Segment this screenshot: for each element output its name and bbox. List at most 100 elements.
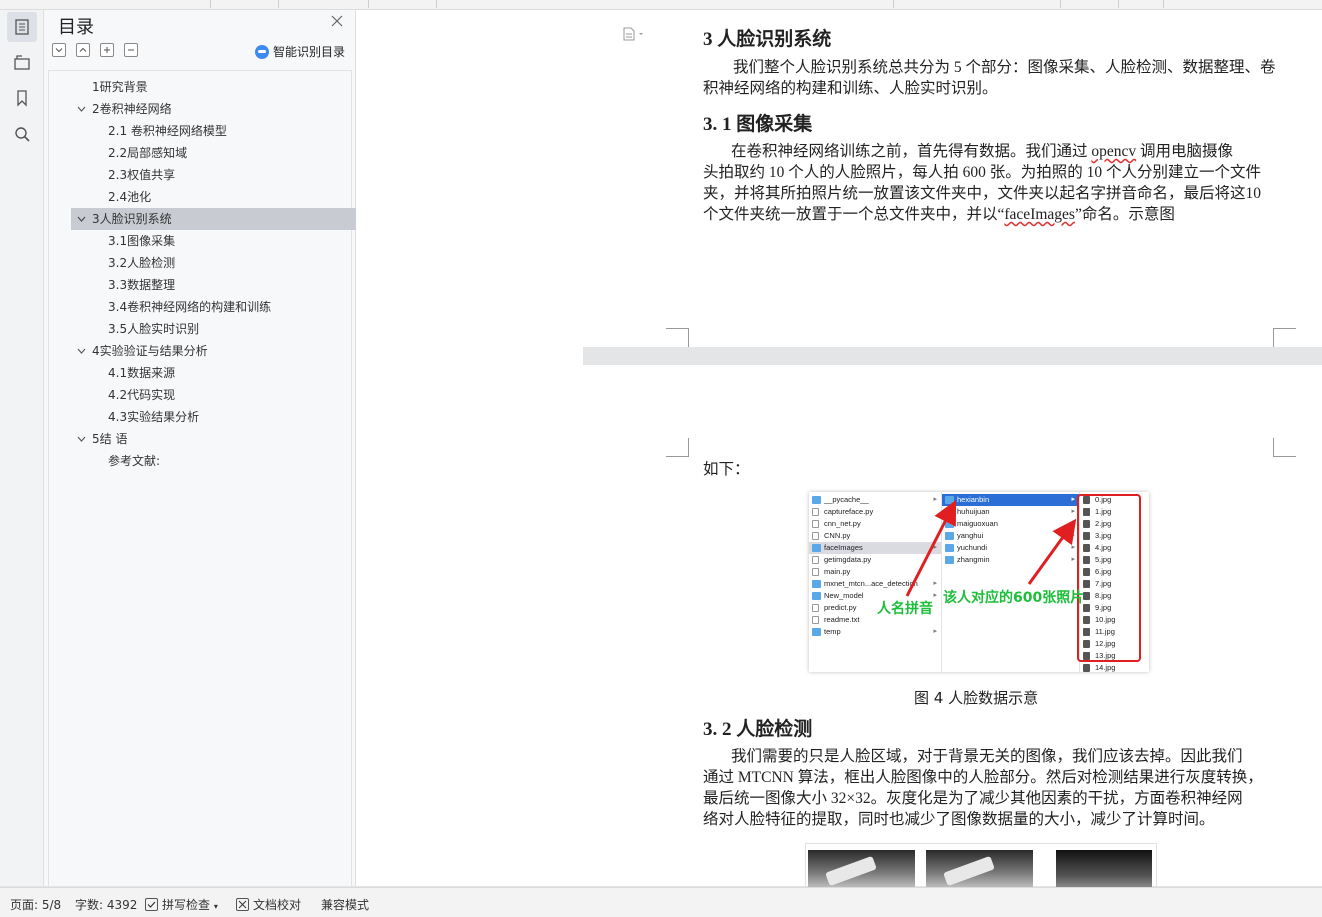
toc-item-label: 4.3实验结果分析 bbox=[108, 410, 200, 424]
spell-flagged-word[interactable]: faceImages bbox=[1004, 206, 1075, 223]
page-options-icon[interactable] bbox=[623, 27, 645, 41]
toc-item-label: 3.5人脸实时识别 bbox=[108, 322, 200, 336]
text-line: 我们整个人脸识别系统总共分为 5 个部分：图像采集、人脸检测、数据整理、卷 bbox=[733, 59, 1276, 76]
annotation-label: 人名拼音 bbox=[877, 601, 933, 617]
collapse-all-icon[interactable] bbox=[124, 43, 138, 57]
annotation-label: 该人对应的600张照片 bbox=[943, 590, 1085, 606]
crop-mark bbox=[666, 438, 689, 457]
crop-mark bbox=[1273, 438, 1296, 457]
toc-panel: 目录 智能识别目录 1研究背景 2卷积神经网络 2.1 卷积神经网络模型 2.2… bbox=[44, 10, 363, 886]
toc-title: 目录 bbox=[58, 17, 94, 38]
text-run: 个文件夹统一放置于一个总文件夹中，并以“ bbox=[703, 206, 1005, 223]
toc-item[interactable]: 3.1图像采集 bbox=[49, 230, 321, 252]
toc-item-label: 2.4池化 bbox=[108, 190, 152, 204]
text-line: 如下： bbox=[703, 461, 750, 478]
figure-screenshot: __pycache__ ▸ captureface.py cnn_net.py CNN.… bbox=[809, 492, 1149, 672]
compat-mode: 兼容模式 bbox=[321, 898, 370, 912]
document-page: 如下： __pycache__ ▸ captureface.py cnn_net.py… bbox=[583, 365, 1322, 887]
document-margin bbox=[356, 10, 583, 886]
paragraph: 如下： bbox=[703, 459, 750, 480]
dropdown-arrow-icon: ▾ bbox=[213, 902, 218, 911]
crop-mark bbox=[666, 328, 689, 347]
toc-item[interactable]: 3.3数据整理 bbox=[49, 274, 321, 296]
spell-check-toggle[interactable]: 拼写检查 ▾ bbox=[145, 896, 218, 913]
page-indicator[interactable]: 页面: 5/8 bbox=[10, 896, 61, 913]
toc-item-label: 4实验验证与结果分析 bbox=[92, 344, 208, 358]
bookmark-icon[interactable] bbox=[7, 83, 37, 113]
toc-list: 1研究背景 2卷积神经网络 2.1 卷积神经网络模型 2.2局部感知域 2.3权… bbox=[48, 70, 363, 886]
toc-item[interactable]: 4.1数据来源 bbox=[49, 362, 321, 384]
toc-item-label: 3人脸识别系统 bbox=[92, 212, 172, 226]
text-run: 在卷积神经网络训练之前，首先得有数据。我们通过 bbox=[731, 143, 1092, 160]
toc-item-label: 2.3权值共享 bbox=[108, 168, 176, 182]
toc-item-selected[interactable]: 3人脸识别系统 bbox=[71, 208, 363, 230]
face-photo bbox=[926, 850, 1033, 887]
toc-item[interactable]: 2.4池化 bbox=[49, 186, 321, 208]
toc-view-icon[interactable] bbox=[7, 12, 37, 42]
chevron-down-icon[interactable] bbox=[77, 436, 86, 442]
arrow-left bbox=[905, 499, 957, 597]
toc-item-label: 3.1图像采集 bbox=[108, 234, 176, 248]
text-line: 最后统一图像大小 32×32。灰度化是为了减少其他因素的干扰，方面卷积神经网 bbox=[703, 790, 1243, 807]
toc-item[interactable]: 2.1 卷积神经网络模型 bbox=[49, 120, 321, 142]
paragraph: 在卷积神经网络训练之前，首先得有数据。我们通过 opencv 调用电脑摄像 头拍… bbox=[703, 141, 1263, 225]
chevron-down-icon[interactable] bbox=[77, 348, 86, 354]
smart-toc-label: 智能识别目录 bbox=[273, 45, 346, 59]
section-heading: 3. 2 人脸检测 bbox=[703, 719, 813, 740]
toc-item-label: 3.2人脸检测 bbox=[108, 256, 176, 270]
crop-mark bbox=[1273, 328, 1296, 347]
proofread-button[interactable]: 文档校对 bbox=[236, 896, 301, 913]
smart-toc-button[interactable]: 智能识别目录 bbox=[255, 43, 345, 60]
toc-item[interactable]: 5结 语 bbox=[49, 428, 321, 450]
toc-item[interactable]: 4实验验证与结果分析 bbox=[49, 340, 321, 362]
toc-item[interactable]: 参考文献: bbox=[49, 450, 321, 472]
spell-check-label: 拼写检查 bbox=[162, 898, 211, 912]
text-line: 我们需要的只是人脸区域，对于背景无关的图像，我们应该去掉。因此我们 bbox=[731, 748, 1243, 765]
arrow-right bbox=[1027, 518, 1077, 585]
toc-item[interactable]: 4.3实验结果分析 bbox=[49, 406, 321, 428]
proofread-icon bbox=[236, 898, 249, 911]
checkbox-icon bbox=[145, 898, 158, 911]
navigation-pane-icon[interactable] bbox=[7, 47, 37, 77]
section-heading: 3 人脸识别系统 bbox=[703, 29, 832, 50]
text-run: ”命名。示意图 bbox=[1074, 206, 1175, 223]
spell-flagged-word[interactable]: opencv bbox=[1091, 143, 1136, 160]
text-line: 头拍取约 10 个人的人脸照片，每人拍 600 张。为拍照的 10 个人分别建立… bbox=[703, 164, 1262, 181]
search-icon[interactable] bbox=[7, 119, 37, 149]
toc-item-label: 2卷积神经网络 bbox=[92, 102, 172, 116]
status-bar: 页面: 5/8 字数: 4392 拼写检查 ▾ 文档校对 兼容模式 bbox=[0, 887, 1322, 917]
text-line: 个文件夹统一放置于一个总文件夹中，并以“faceImages”命名。示意图 bbox=[703, 204, 1263, 225]
toc-item-label: 4.2代码实现 bbox=[108, 388, 176, 402]
word-count[interactable]: 字数: 4392 bbox=[75, 896, 137, 913]
toc-item-label: 4.1数据来源 bbox=[108, 366, 176, 380]
annotation-arrows bbox=[905, 499, 1077, 597]
text-line: 通过 MTCNN 算法，框出人脸图像中的人脸部分。然后对检测结果进行灰度转换， bbox=[703, 769, 1263, 786]
text-line: 积神经网络的构建和训练、人脸实时识别。 bbox=[703, 80, 998, 97]
toc-item[interactable]: 4.2代码实现 bbox=[49, 384, 321, 406]
toc-toolbar bbox=[52, 43, 138, 57]
collapse-up-icon[interactable] bbox=[76, 43, 90, 57]
toc-item-label: 3.4卷积神经网络的构建和训练 bbox=[108, 300, 272, 314]
expand-all-icon[interactable] bbox=[100, 43, 114, 57]
figure-caption: 图 4 人脸数据示意 bbox=[914, 689, 1039, 707]
toc-item-label: 2.2局部感知域 bbox=[108, 146, 188, 160]
collapse-down-icon[interactable] bbox=[52, 43, 66, 57]
close-icon[interactable] bbox=[330, 14, 344, 28]
toc-item[interactable]: 2卷积神经网络 bbox=[49, 98, 321, 120]
toc-item-label: 3.3数据整理 bbox=[108, 278, 176, 292]
paragraph: 我们整个人脸识别系统总共分为 5 个部分：图像采集、人脸检测、数据整理、卷 积神… bbox=[703, 57, 1276, 99]
chevron-down-icon[interactable] bbox=[77, 106, 86, 112]
face-photos-figure bbox=[805, 843, 1157, 887]
toc-item[interactable]: 3.5人脸实时识别 bbox=[49, 318, 321, 340]
sidebar-rail bbox=[0, 10, 44, 886]
toc-item[interactable]: 1研究背景 bbox=[49, 76, 321, 98]
toc-item[interactable]: 2.3权值共享 bbox=[49, 164, 321, 186]
toc-item[interactable]: 3.4卷积神经网络的构建和训练 bbox=[49, 296, 321, 318]
toc-item[interactable]: 3.2人脸检测 bbox=[49, 252, 321, 274]
text-line: 夹，并将其所拍照片统一放置该文件夹中，文件夹以起名字拼音命名，最后将这10 bbox=[703, 185, 1262, 202]
chevron-down-icon[interactable] bbox=[77, 216, 86, 222]
toc-item-label: 1研究背景 bbox=[92, 80, 148, 94]
text-run: 调用电脑摄像 bbox=[1136, 143, 1234, 160]
document-page: 3 人脸识别系统 我们整个人脸识别系统总共分为 5 个部分：图像采集、人脸检测、… bbox=[583, 10, 1322, 347]
toc-item[interactable]: 2.2局部感知域 bbox=[49, 142, 321, 164]
